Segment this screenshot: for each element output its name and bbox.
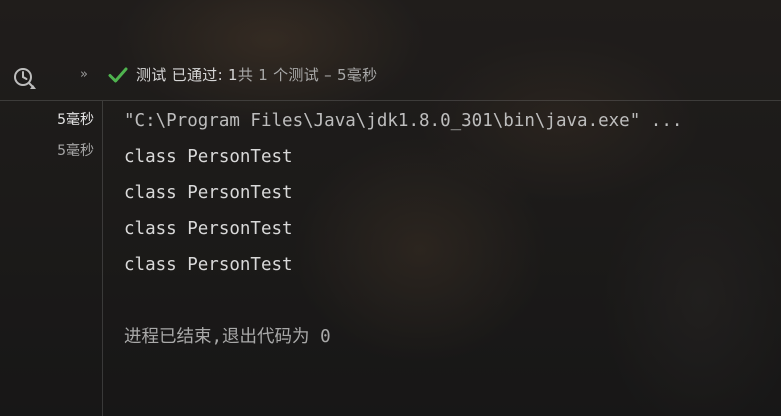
test-status-text: 测试 已通过: 1共 1 个测试 – 5毫秒 (136, 64, 377, 85)
status-prefix: 测试 已通过: (136, 66, 228, 84)
console-exit-message: 进程已结束,退出代码为 0 (124, 327, 331, 347)
console-output-line: class PersonTest (124, 147, 293, 167)
console-output-line: class PersonTest (124, 219, 293, 239)
expand-chevron-icon[interactable]: » (80, 67, 88, 82)
console-output-line: class PersonTest (124, 183, 293, 203)
console-command-line: "C:\Program Files\Java\jdk1.8.0_301\bin\… (124, 111, 683, 131)
pane-divider[interactable] (102, 101, 103, 416)
toolbar-divider (0, 100, 781, 101)
test-runner-panel: » 测试 已通过: 1共 1 个测试 – 5毫秒 5毫秒 5毫秒 "C:\Pro… (0, 0, 781, 416)
status-summary: 共 1 个测试 – 5毫秒 (237, 66, 378, 84)
clock-history-icon[interactable] (12, 66, 36, 90)
console-output-line: class PersonTest (124, 255, 293, 275)
test-duration-child[interactable]: 5毫秒 (57, 140, 94, 160)
test-results-toolbar: » 测试 已通过: 1共 1 个测试 – 5毫秒 (0, 0, 781, 101)
test-duration-root[interactable]: 5毫秒 (57, 109, 94, 129)
passed-count: 1 (228, 66, 238, 84)
console-output[interactable]: "C:\Program Files\Java\jdk1.8.0_301\bin\… (124, 106, 774, 358)
test-tree-pane: 5毫秒 5毫秒 (0, 101, 102, 416)
checkmark-icon (108, 67, 128, 83)
